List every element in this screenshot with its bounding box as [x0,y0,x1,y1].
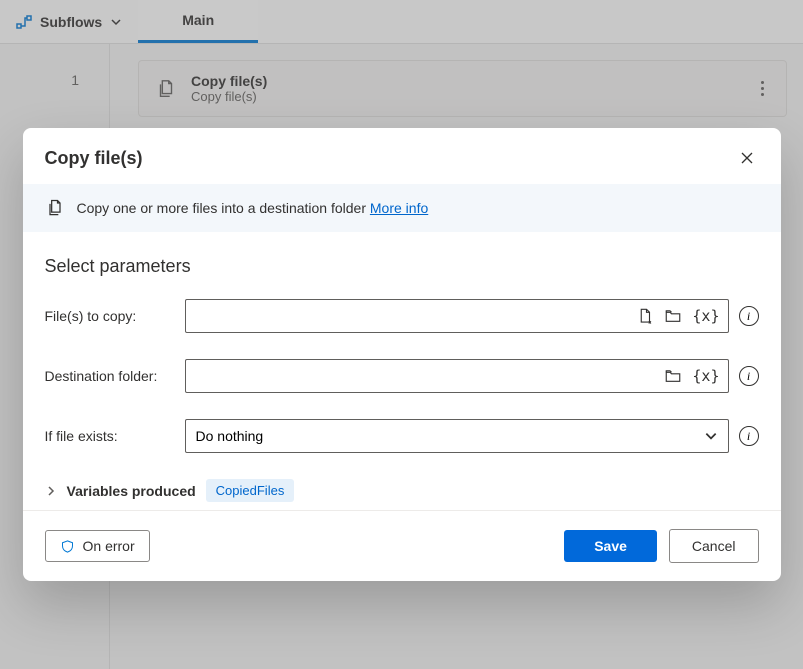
files-to-copy-input[interactable] [196,300,629,332]
field-files-to-copy: File(s) to copy: {x} i [45,299,759,333]
copy-files-dialog: Copy file(s) Copy one or more files into… [23,128,781,581]
info-bar: Copy one or more files into a destinatio… [23,184,781,232]
info-icon[interactable]: i [739,426,759,446]
variable-picker-icon[interactable]: {x} [690,365,721,387]
if-file-exists-select[interactable]: Do nothing [185,419,729,453]
browse-folder-icon[interactable] [662,365,684,387]
more-info-link[interactable]: More info [370,200,428,216]
chevron-down-icon [704,429,718,443]
variables-produced-label: Variables produced [67,483,196,499]
info-text: Copy one or more files into a destinatio… [77,200,367,216]
expand-icon[interactable] [45,485,57,497]
info-icon[interactable]: i [739,306,759,326]
on-error-button[interactable]: On error [45,530,150,562]
save-button[interactable]: Save [564,530,657,562]
field-label: If file exists: [45,428,175,444]
browse-folder-icon[interactable] [662,305,684,327]
variables-produced-row: Variables produced CopiedFiles [45,479,759,502]
variable-chip[interactable]: CopiedFiles [206,479,295,502]
variable-picker-icon[interactable]: {x} [690,305,721,327]
select-file-icon[interactable] [634,305,656,327]
close-button[interactable] [735,146,759,170]
field-destination-folder: Destination folder: {x} i [45,359,759,393]
section-title: Select parameters [45,256,759,277]
on-error-label: On error [83,538,135,554]
field-label: Destination folder: [45,368,175,384]
info-icon[interactable]: i [739,366,759,386]
dialog-title: Copy file(s) [45,148,143,169]
shield-icon [60,539,75,554]
copy-files-icon [45,198,65,218]
destination-folder-input[interactable] [196,360,657,392]
field-if-file-exists: If file exists: Do nothing i [45,419,759,453]
field-label: File(s) to copy: [45,308,175,324]
select-value: Do nothing [196,428,264,444]
cancel-button[interactable]: Cancel [669,529,759,563]
